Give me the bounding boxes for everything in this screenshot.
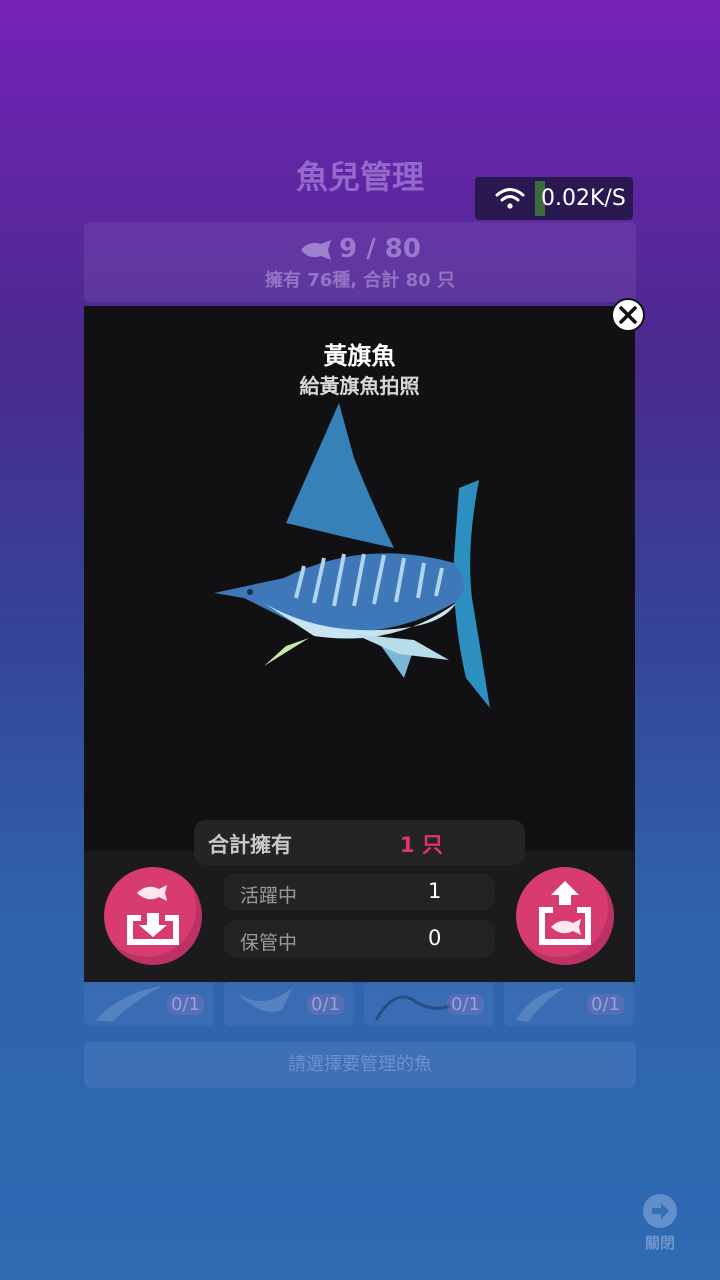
total-owned-label: 合計擁有 bbox=[208, 833, 292, 857]
fish-name: 黃旗魚 bbox=[323, 342, 396, 370]
network-speed: 0.02K/S bbox=[541, 186, 626, 211]
fish-thumbnail-icon bbox=[374, 995, 451, 1021]
fish-thumbnail-icon bbox=[236, 988, 292, 1012]
network-speed-indicator: 0.02K/S bbox=[475, 177, 633, 220]
fish-count: 9 / 80 bbox=[339, 234, 421, 264]
fish-thumbnail-icon bbox=[96, 986, 162, 1022]
marlin-fish-image bbox=[214, 403, 490, 708]
stored-label: 保管中 bbox=[240, 932, 298, 954]
release-fish-button[interactable] bbox=[516, 867, 614, 965]
close-icon bbox=[619, 306, 637, 324]
fish-card-count: 0/1 bbox=[307, 994, 344, 1015]
arrow-right-icon bbox=[643, 1194, 677, 1228]
store-fish-button[interactable] bbox=[104, 867, 202, 965]
total-owned-value: 1 只 bbox=[400, 833, 443, 857]
photo-link[interactable]: 給黃旗魚拍照 bbox=[84, 370, 635, 399]
stored-row: 保管中 0 bbox=[224, 920, 495, 958]
fish-card-count: 0/1 bbox=[587, 994, 624, 1015]
fish-card[interactable]: 0/1 bbox=[364, 982, 494, 1026]
active-row: 活躍中 1 bbox=[224, 873, 495, 911]
fish-card[interactable]: 0/1 bbox=[84, 982, 214, 1026]
fish-release-icon bbox=[539, 881, 591, 945]
wifi-icon bbox=[495, 188, 525, 209]
close-modal-button[interactable] bbox=[611, 298, 645, 332]
fish-icon bbox=[301, 239, 332, 260]
fish-card[interactable]: 0/1 bbox=[224, 982, 354, 1026]
select-hint-bar[interactable]: 請選擇要管理的魚 bbox=[84, 1042, 636, 1088]
fish-card-count: 0/1 bbox=[447, 994, 484, 1015]
fish-detail-modal: 黃旗魚 給黃旗魚拍照 合計擁有 1 只 活躍中 1 保管中 0 bbox=[84, 306, 635, 982]
active-label: 活躍中 bbox=[240, 885, 298, 907]
fish-card-count: 0/1 bbox=[167, 994, 204, 1015]
fish-summary: 擁有 76種, 合計 80 只 bbox=[264, 270, 455, 291]
fish-card[interactable]: 0/1 bbox=[504, 982, 634, 1026]
close-nav-button[interactable]: 關閉 bbox=[636, 1194, 684, 1253]
close-nav-label: 關閉 bbox=[644, 1234, 675, 1252]
active-value: 1 bbox=[428, 879, 442, 903]
fish-count-panel: 9 / 80 擁有 76種, 合計 80 只 bbox=[84, 222, 636, 302]
stored-value: 0 bbox=[428, 926, 442, 950]
fish-thumbnail-icon bbox=[516, 988, 564, 1022]
fish-store-icon bbox=[127, 885, 179, 945]
total-owned-row: 合計擁有 1 只 bbox=[194, 820, 525, 865]
